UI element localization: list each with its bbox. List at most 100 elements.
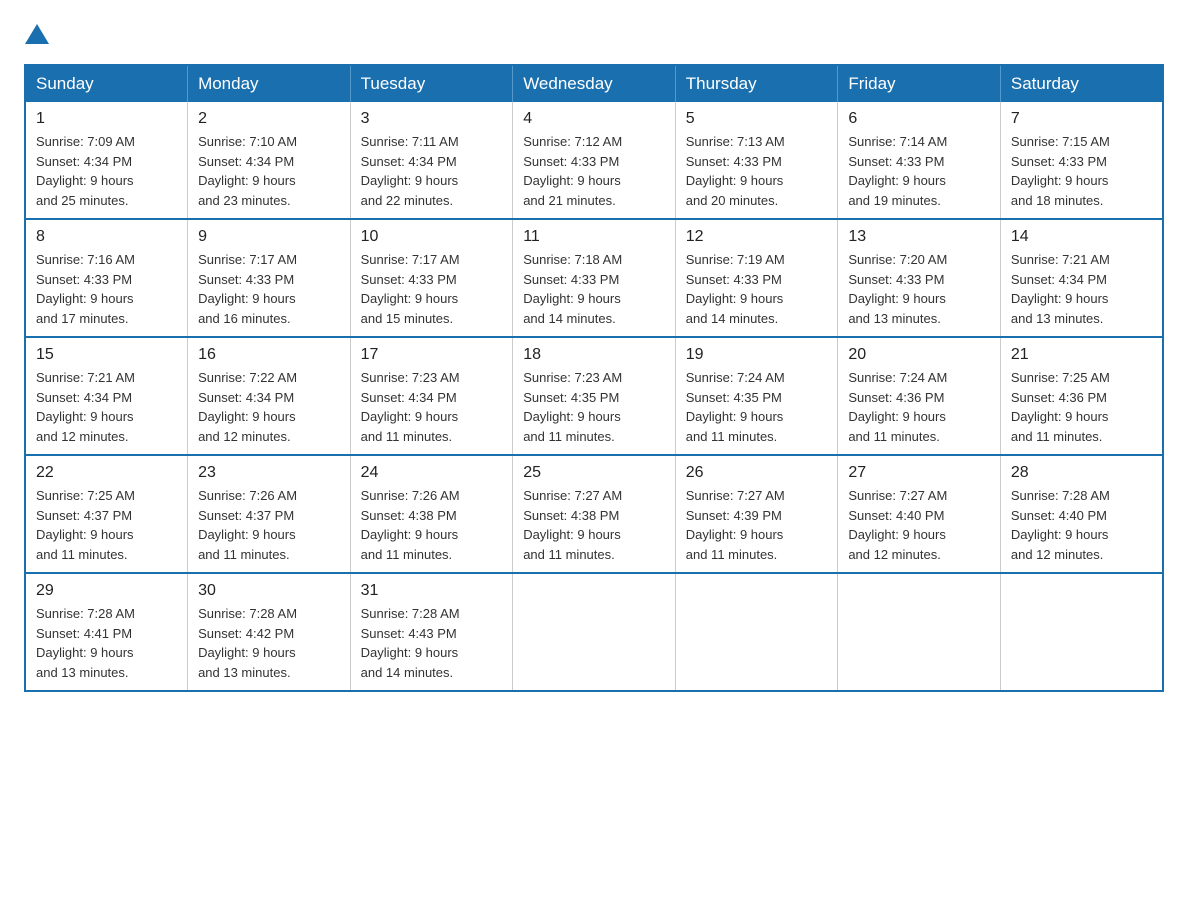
calendar-cell: 16 Sunrise: 7:22 AM Sunset: 4:34 PM Dayl… [188, 337, 351, 455]
calendar-cell: 6 Sunrise: 7:14 AM Sunset: 4:33 PM Dayli… [838, 102, 1001, 219]
day-info: Sunrise: 7:25 AM Sunset: 4:37 PM Dayligh… [36, 486, 177, 564]
week-row-1: 1 Sunrise: 7:09 AM Sunset: 4:34 PM Dayli… [25, 102, 1163, 219]
day-info: Sunrise: 7:21 AM Sunset: 4:34 PM Dayligh… [36, 368, 177, 446]
day-number: 25 [523, 464, 665, 482]
calendar-cell: 7 Sunrise: 7:15 AM Sunset: 4:33 PM Dayli… [1000, 102, 1163, 219]
week-row-4: 22 Sunrise: 7:25 AM Sunset: 4:37 PM Dayl… [25, 455, 1163, 573]
header-monday: Monday [188, 65, 351, 102]
day-number: 5 [686, 110, 828, 128]
day-number: 26 [686, 464, 828, 482]
calendar-cell: 22 Sunrise: 7:25 AM Sunset: 4:37 PM Dayl… [25, 455, 188, 573]
week-row-5: 29 Sunrise: 7:28 AM Sunset: 4:41 PM Dayl… [25, 573, 1163, 691]
day-number: 2 [198, 110, 340, 128]
calendar-cell: 25 Sunrise: 7:27 AM Sunset: 4:38 PM Dayl… [513, 455, 676, 573]
day-number: 4 [523, 110, 665, 128]
day-info: Sunrise: 7:14 AM Sunset: 4:33 PM Dayligh… [848, 132, 990, 210]
day-info: Sunrise: 7:17 AM Sunset: 4:33 PM Dayligh… [361, 250, 503, 328]
day-info: Sunrise: 7:15 AM Sunset: 4:33 PM Dayligh… [1011, 132, 1152, 210]
day-number: 20 [848, 346, 990, 364]
day-info: Sunrise: 7:28 AM Sunset: 4:42 PM Dayligh… [198, 604, 340, 682]
calendar-cell [1000, 573, 1163, 691]
day-info: Sunrise: 7:28 AM Sunset: 4:41 PM Dayligh… [36, 604, 177, 682]
day-number: 10 [361, 228, 503, 246]
calendar-cell: 27 Sunrise: 7:27 AM Sunset: 4:40 PM Dayl… [838, 455, 1001, 573]
day-info: Sunrise: 7:10 AM Sunset: 4:34 PM Dayligh… [198, 132, 340, 210]
header-saturday: Saturday [1000, 65, 1163, 102]
calendar-cell: 8 Sunrise: 7:16 AM Sunset: 4:33 PM Dayli… [25, 219, 188, 337]
day-number: 22 [36, 464, 177, 482]
day-number: 31 [361, 582, 503, 600]
day-number: 11 [523, 228, 665, 246]
calendar-cell: 20 Sunrise: 7:24 AM Sunset: 4:36 PM Dayl… [838, 337, 1001, 455]
day-number: 12 [686, 228, 828, 246]
day-info: Sunrise: 7:27 AM Sunset: 4:39 PM Dayligh… [686, 486, 828, 564]
day-info: Sunrise: 7:26 AM Sunset: 4:37 PM Dayligh… [198, 486, 340, 564]
day-info: Sunrise: 7:27 AM Sunset: 4:40 PM Dayligh… [848, 486, 990, 564]
day-number: 15 [36, 346, 177, 364]
day-number: 9 [198, 228, 340, 246]
day-number: 21 [1011, 346, 1152, 364]
day-info: Sunrise: 7:11 AM Sunset: 4:34 PM Dayligh… [361, 132, 503, 210]
day-info: Sunrise: 7:17 AM Sunset: 4:33 PM Dayligh… [198, 250, 340, 328]
day-number: 16 [198, 346, 340, 364]
day-info: Sunrise: 7:20 AM Sunset: 4:33 PM Dayligh… [848, 250, 990, 328]
calendar-cell: 24 Sunrise: 7:26 AM Sunset: 4:38 PM Dayl… [350, 455, 513, 573]
day-number: 13 [848, 228, 990, 246]
calendar-cell: 18 Sunrise: 7:23 AM Sunset: 4:35 PM Dayl… [513, 337, 676, 455]
day-info: Sunrise: 7:26 AM Sunset: 4:38 PM Dayligh… [361, 486, 503, 564]
calendar-cell: 9 Sunrise: 7:17 AM Sunset: 4:33 PM Dayli… [188, 219, 351, 337]
day-info: Sunrise: 7:21 AM Sunset: 4:34 PM Dayligh… [1011, 250, 1152, 328]
day-info: Sunrise: 7:23 AM Sunset: 4:35 PM Dayligh… [523, 368, 665, 446]
calendar-cell: 11 Sunrise: 7:18 AM Sunset: 4:33 PM Dayl… [513, 219, 676, 337]
day-info: Sunrise: 7:25 AM Sunset: 4:36 PM Dayligh… [1011, 368, 1152, 446]
calendar-cell [838, 573, 1001, 691]
calendar-cell [513, 573, 676, 691]
day-number: 27 [848, 464, 990, 482]
calendar-cell: 15 Sunrise: 7:21 AM Sunset: 4:34 PM Dayl… [25, 337, 188, 455]
day-number: 19 [686, 346, 828, 364]
logo-triangle-icon [25, 24, 49, 44]
day-number: 1 [36, 110, 177, 128]
header-tuesday: Tuesday [350, 65, 513, 102]
calendar-cell: 5 Sunrise: 7:13 AM Sunset: 4:33 PM Dayli… [675, 102, 838, 219]
day-info: Sunrise: 7:22 AM Sunset: 4:34 PM Dayligh… [198, 368, 340, 446]
calendar-cell: 19 Sunrise: 7:24 AM Sunset: 4:35 PM Dayl… [675, 337, 838, 455]
day-number: 29 [36, 582, 177, 600]
calendar-cell: 26 Sunrise: 7:27 AM Sunset: 4:39 PM Dayl… [675, 455, 838, 573]
day-number: 28 [1011, 464, 1152, 482]
day-number: 7 [1011, 110, 1152, 128]
day-info: Sunrise: 7:09 AM Sunset: 4:34 PM Dayligh… [36, 132, 177, 210]
day-info: Sunrise: 7:13 AM Sunset: 4:33 PM Dayligh… [686, 132, 828, 210]
calendar-cell: 17 Sunrise: 7:23 AM Sunset: 4:34 PM Dayl… [350, 337, 513, 455]
day-number: 17 [361, 346, 503, 364]
calendar-cell: 13 Sunrise: 7:20 AM Sunset: 4:33 PM Dayl… [838, 219, 1001, 337]
calendar-cell: 23 Sunrise: 7:26 AM Sunset: 4:37 PM Dayl… [188, 455, 351, 573]
calendar-cell: 12 Sunrise: 7:19 AM Sunset: 4:33 PM Dayl… [675, 219, 838, 337]
calendar-cell: 28 Sunrise: 7:28 AM Sunset: 4:40 PM Dayl… [1000, 455, 1163, 573]
calendar-cell: 14 Sunrise: 7:21 AM Sunset: 4:34 PM Dayl… [1000, 219, 1163, 337]
day-info: Sunrise: 7:24 AM Sunset: 4:36 PM Dayligh… [848, 368, 990, 446]
day-number: 8 [36, 228, 177, 246]
day-number: 24 [361, 464, 503, 482]
header-thursday: Thursday [675, 65, 838, 102]
week-row-3: 15 Sunrise: 7:21 AM Sunset: 4:34 PM Dayl… [25, 337, 1163, 455]
day-number: 30 [198, 582, 340, 600]
day-number: 18 [523, 346, 665, 364]
week-row-2: 8 Sunrise: 7:16 AM Sunset: 4:33 PM Dayli… [25, 219, 1163, 337]
day-number: 14 [1011, 228, 1152, 246]
calendar-cell: 21 Sunrise: 7:25 AM Sunset: 4:36 PM Dayl… [1000, 337, 1163, 455]
day-info: Sunrise: 7:24 AM Sunset: 4:35 PM Dayligh… [686, 368, 828, 446]
logo [24, 24, 49, 44]
calendar-cell: 30 Sunrise: 7:28 AM Sunset: 4:42 PM Dayl… [188, 573, 351, 691]
day-info: Sunrise: 7:27 AM Sunset: 4:38 PM Dayligh… [523, 486, 665, 564]
header-friday: Friday [838, 65, 1001, 102]
calendar-cell: 2 Sunrise: 7:10 AM Sunset: 4:34 PM Dayli… [188, 102, 351, 219]
day-info: Sunrise: 7:19 AM Sunset: 4:33 PM Dayligh… [686, 250, 828, 328]
page-header [24, 24, 1164, 44]
calendar-cell: 31 Sunrise: 7:28 AM Sunset: 4:43 PM Dayl… [350, 573, 513, 691]
header-wednesday: Wednesday [513, 65, 676, 102]
day-number: 23 [198, 464, 340, 482]
day-number: 6 [848, 110, 990, 128]
calendar-cell [675, 573, 838, 691]
calendar-cell: 29 Sunrise: 7:28 AM Sunset: 4:41 PM Dayl… [25, 573, 188, 691]
